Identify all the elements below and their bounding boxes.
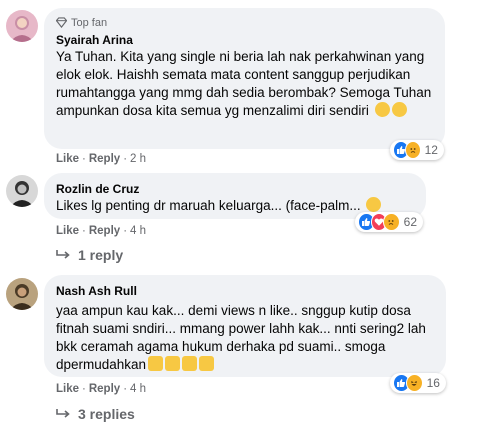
reaction-summary[interactable]: 12 (390, 140, 444, 160)
view-replies-link[interactable]: 1 reply (56, 247, 123, 263)
diamond-icon (56, 17, 67, 28)
sad-reaction-icon (383, 213, 400, 231)
separator: · (82, 153, 86, 165)
like-action[interactable]: Like (56, 153, 79, 165)
ok-hand-emoji-icon (165, 356, 181, 371)
sad-reaction-icon (404, 141, 421, 159)
comment-time[interactable]: 4 h (130, 225, 146, 237)
comment-bubble: Nash Ash Rull yaa ampun kau kak... demi … (44, 275, 446, 377)
view-replies-link[interactable]: 3 replies (56, 406, 135, 422)
ok-hand-emoji-icon (182, 356, 198, 371)
like-action[interactable]: Like (56, 225, 79, 237)
reply-action[interactable]: Reply (89, 225, 120, 237)
haha-reaction-icon (405, 374, 423, 392)
ok-hand-emoji-icon (199, 356, 215, 371)
like-action[interactable]: Like (56, 383, 79, 395)
comment-actions: Like · Reply · 4 h (56, 383, 146, 395)
comment-author[interactable]: Rozlin de Cruz (56, 181, 414, 197)
comment-time[interactable]: 2 h (130, 153, 146, 165)
replies-label[interactable]: 3 replies (78, 406, 135, 422)
reaction-summary[interactable]: 62 (355, 212, 423, 232)
crying-emoji-icon (374, 102, 390, 117)
comment-actions: Like · Reply · 4 h (56, 225, 146, 237)
separator: · (82, 225, 86, 237)
reply-action[interactable]: Reply (89, 153, 120, 165)
separator: · (123, 383, 128, 395)
replies-label[interactable]: 1 reply (78, 247, 123, 263)
comment-time[interactable]: 4 h (130, 383, 146, 395)
avatar[interactable] (6, 10, 38, 42)
comment-text: Likes lg penting dr maruah keluarga... (… (56, 198, 361, 213)
badge-label: Top fan (71, 16, 108, 29)
comment-text-wrap: yaa ampun kau kak... demi views n like..… (56, 302, 434, 374)
comment-text: yaa ampun kau kak... demi views n like..… (56, 303, 426, 372)
expressionless-emoji-icon (366, 197, 382, 212)
comment-author[interactable]: Nash Ash Rull (56, 283, 434, 299)
top-fan-badge: Top fan (56, 16, 433, 29)
separator: · (123, 225, 128, 237)
ok-hand-emoji-icon (148, 356, 164, 371)
avatar[interactable] (6, 175, 38, 207)
comment-author[interactable]: Syairah Arina (56, 32, 433, 48)
reaction-count: 62 (403, 215, 417, 229)
comment-text-wrap: Ya Tuhan. Kita yang single ni beria lah … (56, 48, 433, 120)
comment-bubble: Top fan Syairah Arina Ya Tuhan. Kita yan… (44, 8, 445, 149)
reaction-summary[interactable]: 16 (390, 373, 446, 393)
reply-arrow-icon (56, 409, 70, 418)
separator: · (123, 153, 128, 165)
reaction-count: 16 (426, 376, 440, 390)
pleading-emoji-icon (391, 102, 407, 117)
reply-action[interactable]: Reply (89, 383, 120, 395)
separator: · (82, 383, 86, 395)
reply-arrow-icon (56, 250, 70, 259)
avatar[interactable] (6, 278, 38, 310)
reaction-count: 12 (424, 143, 438, 157)
comment-actions: Like · Reply · 2 h (56, 153, 146, 165)
